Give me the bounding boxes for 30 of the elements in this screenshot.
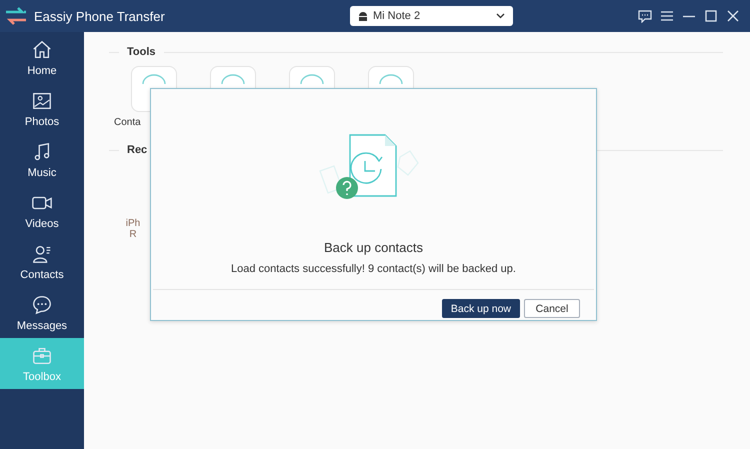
device-selector[interactable]: Mi Note 2 <box>350 6 513 26</box>
sidebar-item[interactable]: Messages <box>0 287 84 338</box>
menu-icon[interactable] <box>660 9 674 23</box>
android-icon <box>358 10 368 22</box>
device-label: iPh <box>126 218 140 229</box>
app-title: Eassiy Phone Transfer <box>34 8 165 24</box>
dialog-message: Load contacts successfully! 9 contact(s) will be backed up. <box>231 263 516 275</box>
backup-button[interactable]: Back up now <box>442 299 520 318</box>
app-logo-icon <box>4 5 28 27</box>
sidebar-item[interactable]: Contacts <box>0 236 84 287</box>
chat-bubble-icon <box>31 294 53 316</box>
chevron-down-icon <box>496 13 505 19</box>
tool-label: Conta <box>114 117 142 128</box>
arc-icon <box>299 74 325 84</box>
sidebar-item[interactable]: Photos <box>0 83 84 134</box>
arc-icon <box>141 74 167 84</box>
feedback-icon[interactable] <box>638 9 652 23</box>
sidebar-item[interactable]: Home <box>0 32 84 83</box>
section-heading: Tools <box>127 46 156 58</box>
maximize-icon[interactable] <box>704 9 718 23</box>
dialog-title: Back up contacts <box>324 240 423 255</box>
arc-icon <box>220 74 246 84</box>
arc-icon <box>378 74 404 84</box>
home-icon <box>31 38 53 60</box>
close-icon[interactable] <box>726 9 740 23</box>
section-heading: Rec <box>127 144 148 156</box>
sidebar-item[interactable]: Videos <box>0 185 84 236</box>
cancel-button[interactable]: Cancel <box>524 299 580 318</box>
device-label: R <box>129 229 137 240</box>
sidebar-item[interactable]: Music <box>0 134 84 185</box>
